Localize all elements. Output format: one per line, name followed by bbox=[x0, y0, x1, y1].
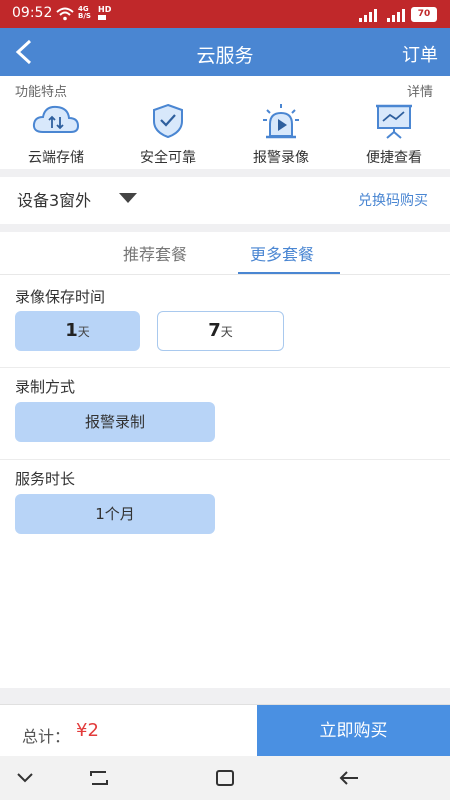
feature-alarm-video: 报警录像 bbox=[225, 100, 337, 168]
option-unit: 天 bbox=[220, 325, 233, 339]
section-gap bbox=[0, 224, 450, 232]
orders-button[interactable]: 订单 bbox=[402, 41, 438, 67]
duration-title: 服务时长 bbox=[15, 470, 76, 488]
status-bar: 09:52 4G B/S HD 70 bbox=[0, 0, 450, 28]
signal-icon-2 bbox=[387, 9, 405, 22]
tab-more-plans[interactable]: 更多套餐 bbox=[250, 241, 314, 265]
feature-label: 云端存储 bbox=[28, 150, 84, 166]
battery-icon: 70 bbox=[411, 7, 437, 22]
tab-recommended[interactable]: 推荐套餐 bbox=[123, 241, 187, 265]
purchase-bar: 总计： ¥2 立即购买 bbox=[0, 704, 450, 757]
back-button[interactable] bbox=[0, 28, 50, 76]
status-time: 09:52 bbox=[12, 5, 53, 21]
back-arrow-icon bbox=[15, 39, 32, 65]
record-mode-option-alarm[interactable]: 报警录制 bbox=[15, 402, 215, 442]
buy-now-button[interactable]: 立即购买 bbox=[257, 705, 450, 757]
network-speed: 4G B/S bbox=[78, 5, 91, 20]
nav-bar: 云服务 订单 bbox=[0, 28, 450, 76]
divider bbox=[0, 274, 450, 275]
feature-security: 安全可靠 bbox=[112, 100, 224, 168]
option-value: 7 bbox=[208, 320, 221, 341]
retention-title: 录像保存时间 bbox=[15, 288, 106, 306]
feature-label: 报警录像 bbox=[253, 150, 309, 166]
wifi-icon bbox=[56, 7, 74, 21]
duration-option-1-month[interactable]: 1个月 bbox=[15, 494, 215, 534]
record-mode-title: 录制方式 bbox=[15, 378, 76, 396]
signal-icon-1 bbox=[359, 9, 377, 22]
feature-easy-view: 便捷查看 bbox=[338, 100, 450, 168]
total-label: 总计： bbox=[22, 727, 71, 746]
details-link[interactable]: 详情 bbox=[407, 81, 433, 100]
feature-cloud-storage: 云端存储 bbox=[0, 100, 112, 168]
alarm-video-icon bbox=[263, 104, 299, 139]
section-gap bbox=[0, 688, 450, 704]
features-label: 功能特点 bbox=[15, 85, 68, 100]
system-nav-bar bbox=[0, 756, 450, 800]
chevron-down-icon[interactable] bbox=[16, 771, 34, 785]
cloud-upload-icon bbox=[32, 105, 80, 133]
shield-check-icon bbox=[153, 103, 183, 139]
option-unit: 天 bbox=[77, 325, 90, 339]
section-gap bbox=[0, 169, 450, 177]
divider bbox=[0, 367, 450, 368]
back-nav-icon[interactable] bbox=[338, 768, 360, 788]
retention-option-7-days[interactable]: 7天 bbox=[157, 311, 284, 351]
device-selector[interactable]: 设备3窗外 bbox=[17, 187, 91, 211]
home-icon[interactable] bbox=[214, 768, 236, 788]
hd-badge: HD bbox=[98, 6, 111, 20]
option-value: 1 bbox=[65, 320, 78, 341]
total-price: ¥2 bbox=[76, 720, 99, 741]
feature-label: 便捷查看 bbox=[366, 150, 422, 166]
page-title: 云服务 bbox=[196, 45, 254, 67]
redeem-code-link[interactable]: 兑换码购买 bbox=[358, 190, 428, 210]
caret-down-icon[interactable] bbox=[119, 193, 137, 203]
divider bbox=[0, 459, 450, 460]
recents-icon[interactable] bbox=[88, 768, 110, 788]
retention-option-1-day[interactable]: 1天 bbox=[15, 311, 140, 351]
feature-label: 安全可靠 bbox=[140, 150, 196, 166]
presentation-icon bbox=[376, 104, 412, 139]
